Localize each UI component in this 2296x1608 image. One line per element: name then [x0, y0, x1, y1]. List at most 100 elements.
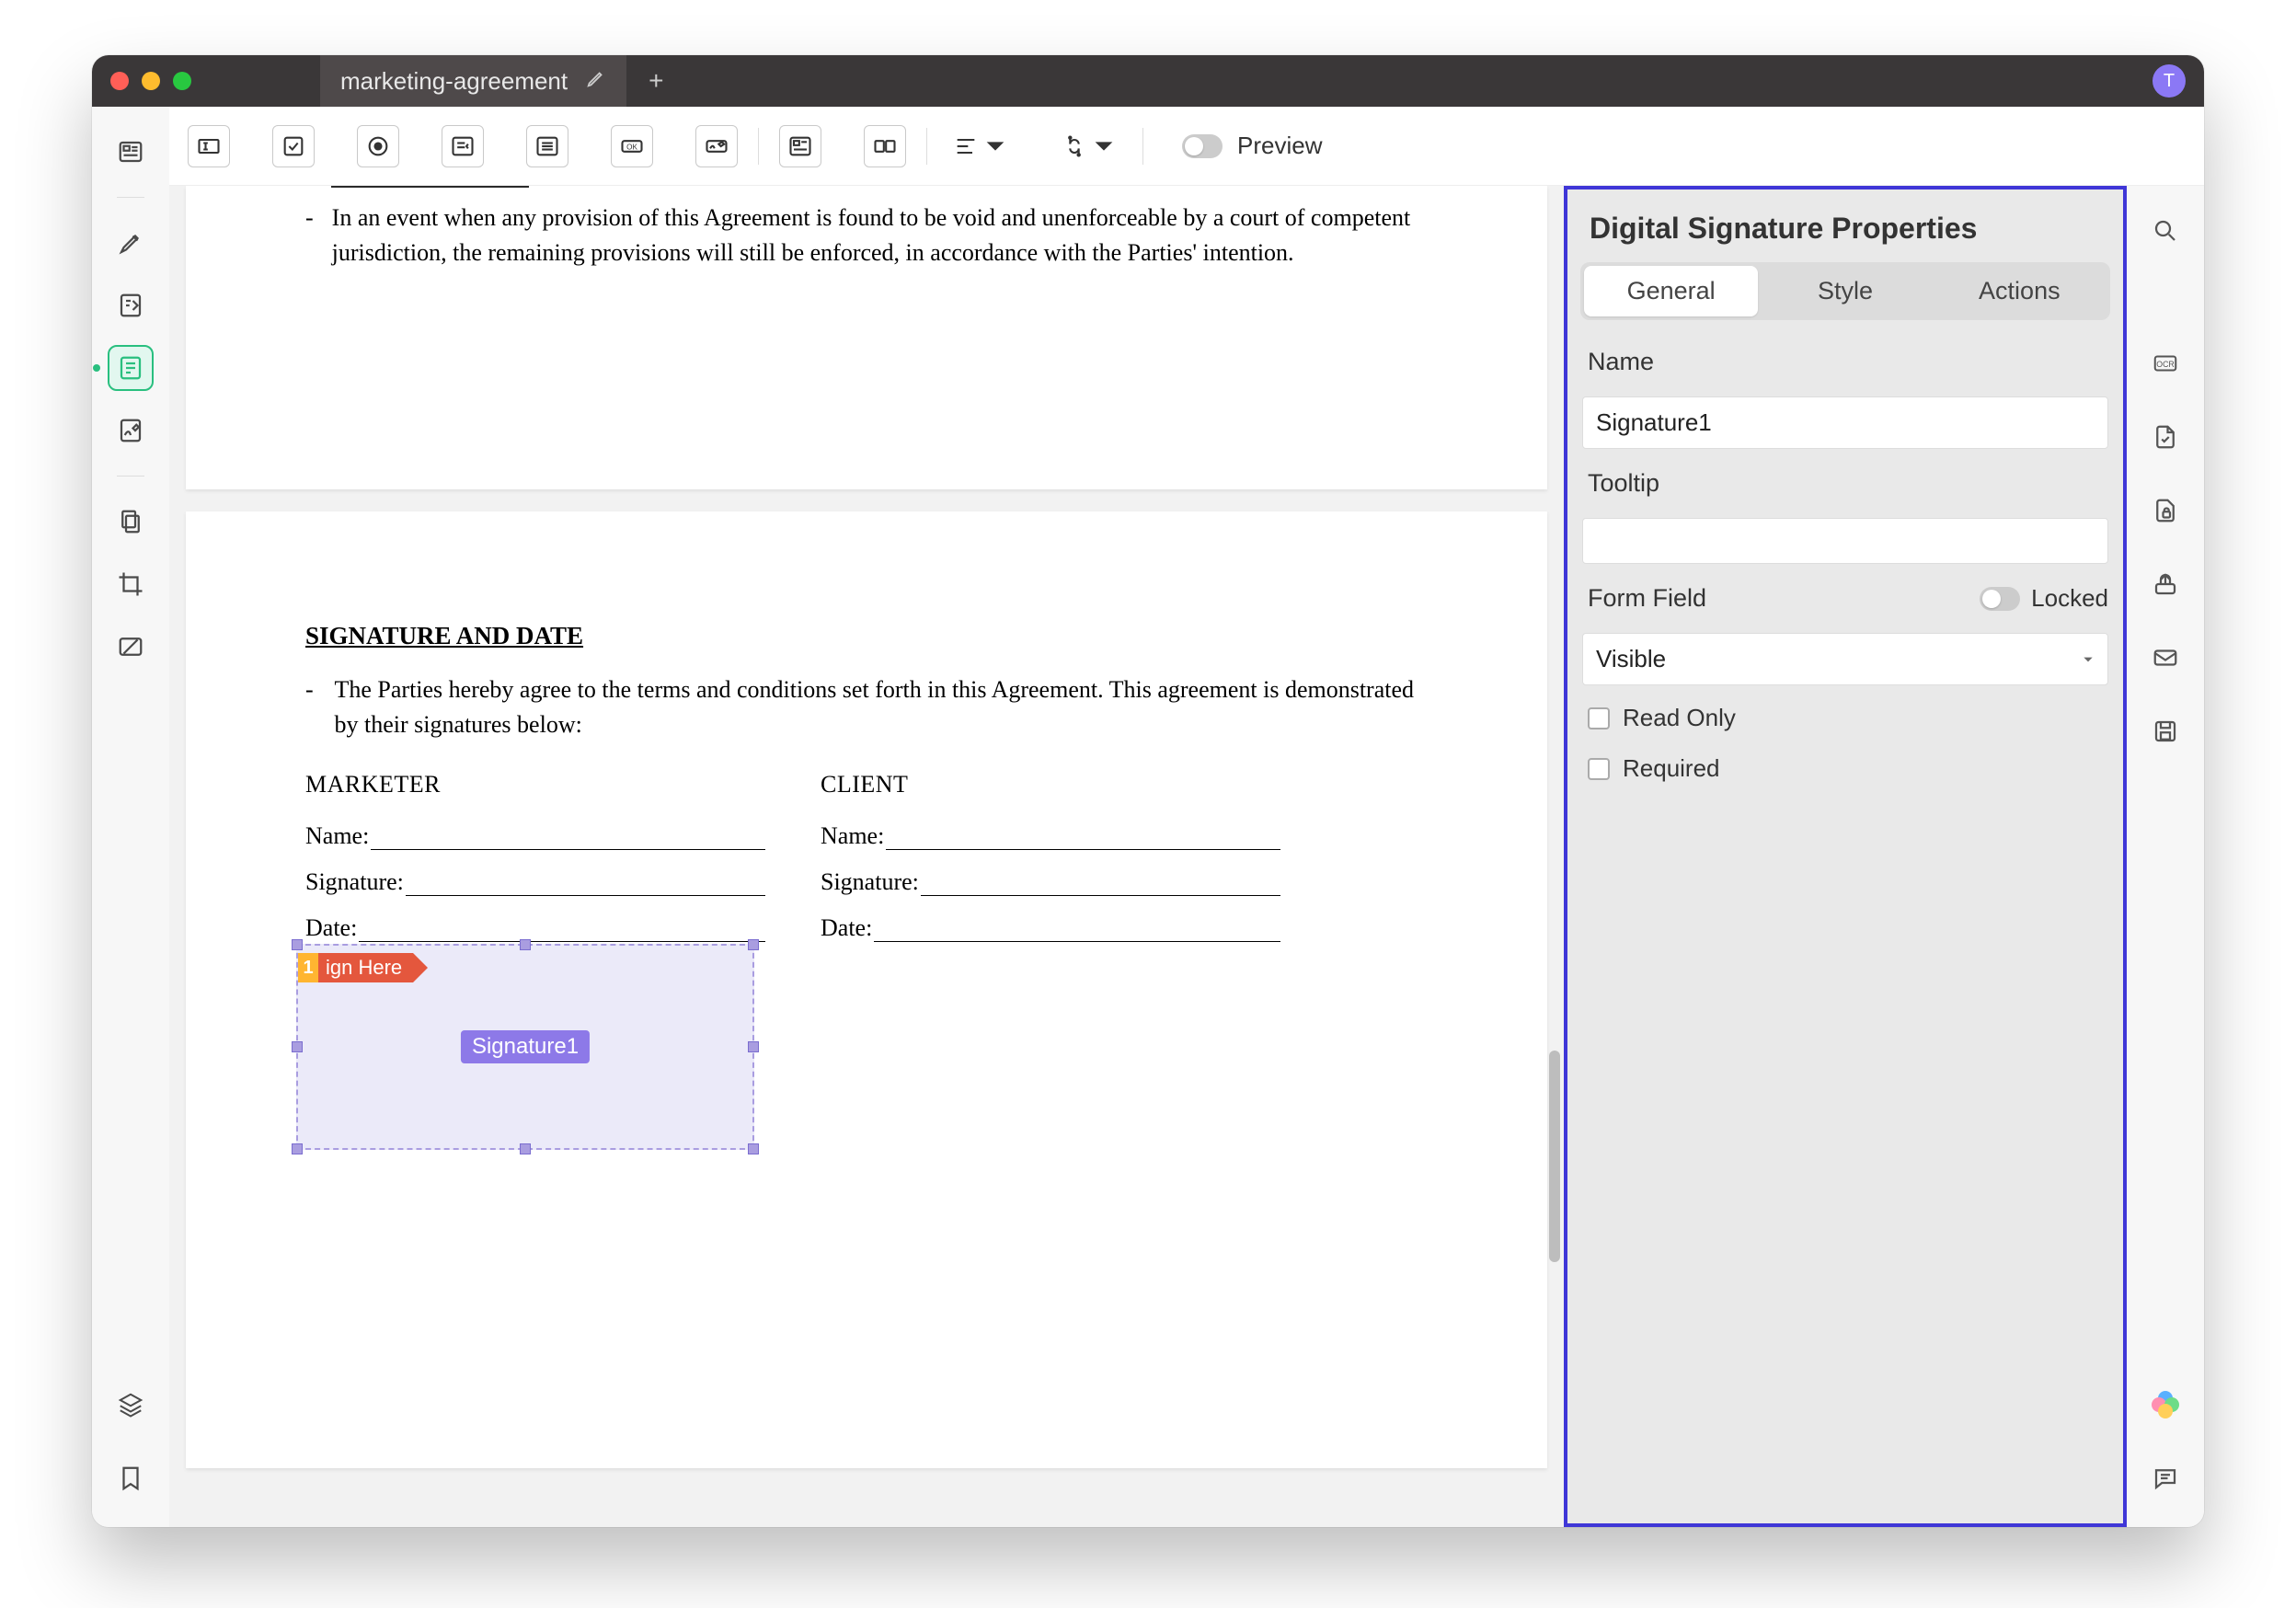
image-field-tool[interactable]: [779, 125, 821, 167]
blank-line: [874, 941, 1280, 942]
tab-style[interactable]: Style: [1758, 266, 1932, 316]
readonly-checkbox[interactable]: [1588, 707, 1610, 729]
ai-assistant-icon[interactable]: [2144, 1384, 2187, 1426]
scrollbar[interactable]: [1549, 186, 1560, 1527]
window-close-button[interactable]: [110, 72, 129, 90]
save-icon[interactable]: [2144, 710, 2187, 752]
scrollbar-thumb[interactable]: [1549, 1051, 1560, 1262]
comments-icon[interactable]: [2144, 1457, 2187, 1499]
visibility-select[interactable]: Visible: [1582, 633, 2108, 685]
listbox-tool[interactable]: [526, 125, 568, 167]
add-tab-button[interactable]: +: [626, 66, 685, 96]
highlight-tool[interactable]: [109, 222, 152, 264]
document-page-prev: - In an event when any provision of this…: [186, 186, 1547, 489]
blank-line: [359, 941, 765, 942]
convert-icon[interactable]: [2144, 416, 2187, 458]
resize-handle-n[interactable]: [520, 939, 531, 950]
signature-field-label: Signature1: [461, 1030, 590, 1063]
resize-handle-w[interactable]: [292, 1041, 303, 1052]
resize-handle-ne[interactable]: [748, 939, 759, 950]
svg-text:OCR: OCR: [2156, 360, 2174, 369]
titlebar: marketing-agreement + T: [92, 55, 2204, 107]
signature-tool[interactable]: [695, 125, 738, 167]
name-input[interactable]: Signature1: [1582, 396, 2108, 449]
locked-toggle[interactable]: [1980, 587, 2020, 611]
section-text: The Parties hereby agree to the terms an…: [334, 672, 1428, 743]
paragraph-text: In an event when any provision of this A…: [332, 201, 1428, 271]
name-label: Name:: [305, 822, 369, 850]
search-icon[interactable]: [2144, 210, 2187, 252]
date-field-tool[interactable]: [864, 125, 906, 167]
toolbar-separator: [758, 128, 759, 165]
document-tab[interactable]: marketing-agreement: [320, 55, 626, 107]
crop-tool[interactable]: [109, 563, 152, 605]
column-head-client: CLIENT: [821, 771, 1280, 798]
formfield-label: Form Field: [1582, 579, 1712, 618]
edit-text-tool[interactable]: [109, 284, 152, 327]
required-label: Required: [1623, 754, 1720, 783]
blank-line: [406, 895, 765, 896]
date-label: Date:: [305, 914, 357, 942]
tab-general[interactable]: General: [1584, 266, 1758, 316]
blank-line: [886, 849, 1280, 850]
window-maximize-button[interactable]: [173, 72, 191, 90]
tools-menu[interactable]: [1056, 125, 1122, 167]
redact-tool[interactable]: [109, 626, 152, 668]
preview-toggle[interactable]: [1182, 134, 1223, 158]
tooltip-input[interactable]: [1582, 518, 2108, 564]
required-checkbox-row[interactable]: Required: [1582, 751, 2108, 787]
required-checkbox[interactable]: [1588, 758, 1610, 780]
traffic-lights: [110, 72, 191, 90]
properties-title: Digital Signature Properties: [1567, 190, 2123, 262]
toolbar-separator: [926, 128, 927, 165]
visibility-value: Visible: [1596, 645, 1666, 673]
form-toolbar: OK: [169, 107, 2204, 186]
radio-tool[interactable]: [357, 125, 399, 167]
resize-handle-se[interactable]: [748, 1143, 759, 1154]
blank-line: [371, 849, 765, 850]
resize-handle-nw[interactable]: [292, 939, 303, 950]
dropdown-tool[interactable]: [442, 125, 484, 167]
left-sidebar: [92, 107, 169, 1527]
window-minimize-button[interactable]: [142, 72, 160, 90]
layers-icon[interactable]: [109, 1384, 152, 1426]
share-icon[interactable]: [2144, 563, 2187, 605]
bullet-dash: -: [305, 672, 316, 743]
signature-form-field[interactable]: 1 ign Here Signature1: [296, 944, 754, 1150]
readonly-checkbox-row[interactable]: Read Only: [1582, 700, 2108, 736]
resize-handle-e[interactable]: [748, 1041, 759, 1052]
tab-rename-icon[interactable]: [586, 68, 606, 94]
text-field-tool[interactable]: [188, 125, 230, 167]
date-label: Date:: [821, 914, 872, 942]
forms-tool[interactable]: [109, 347, 152, 389]
document-canvas[interactable]: - In an event when any provision of this…: [169, 186, 1564, 1527]
page-organize-tool[interactable]: [109, 500, 152, 543]
avatar-letter: T: [2164, 71, 2175, 92]
bookmark-icon[interactable]: [109, 1457, 152, 1499]
checkbox-tool[interactable]: [272, 125, 315, 167]
tab-title: marketing-agreement: [340, 67, 568, 96]
column-head-marketer: MARKETER: [305, 771, 765, 798]
align-tool[interactable]: [947, 125, 1014, 167]
resize-handle-s[interactable]: [520, 1143, 531, 1154]
document-page-signature: SIGNATURE AND DATE - The Parties hereby …: [186, 511, 1547, 1468]
signature-label: Signature:: [305, 868, 404, 896]
bullet-dash: -: [305, 201, 314, 271]
toolbar-separator: [1142, 128, 1143, 165]
protect-icon[interactable]: [2144, 489, 2187, 532]
tab-actions[interactable]: Actions: [1933, 266, 2107, 316]
user-avatar[interactable]: T: [2152, 64, 2186, 98]
tooltip-label: Tooltip: [1582, 464, 2108, 503]
blank-line: [921, 895, 1280, 896]
name-label: Name: [1582, 342, 2108, 382]
email-icon[interactable]: [2144, 637, 2187, 679]
sign-tool[interactable]: [109, 409, 152, 452]
right-sidebar: OCR: [2127, 186, 2204, 1527]
section-title: SIGNATURE AND DATE: [305, 622, 1428, 650]
ocr-icon[interactable]: OCR: [2144, 342, 2187, 385]
sign-here-num: 1: [298, 953, 318, 982]
divider: [117, 476, 144, 477]
resize-handle-sw[interactable]: [292, 1143, 303, 1154]
thumbnail-tool[interactable]: [109, 131, 152, 173]
button-tool[interactable]: OK: [611, 125, 653, 167]
